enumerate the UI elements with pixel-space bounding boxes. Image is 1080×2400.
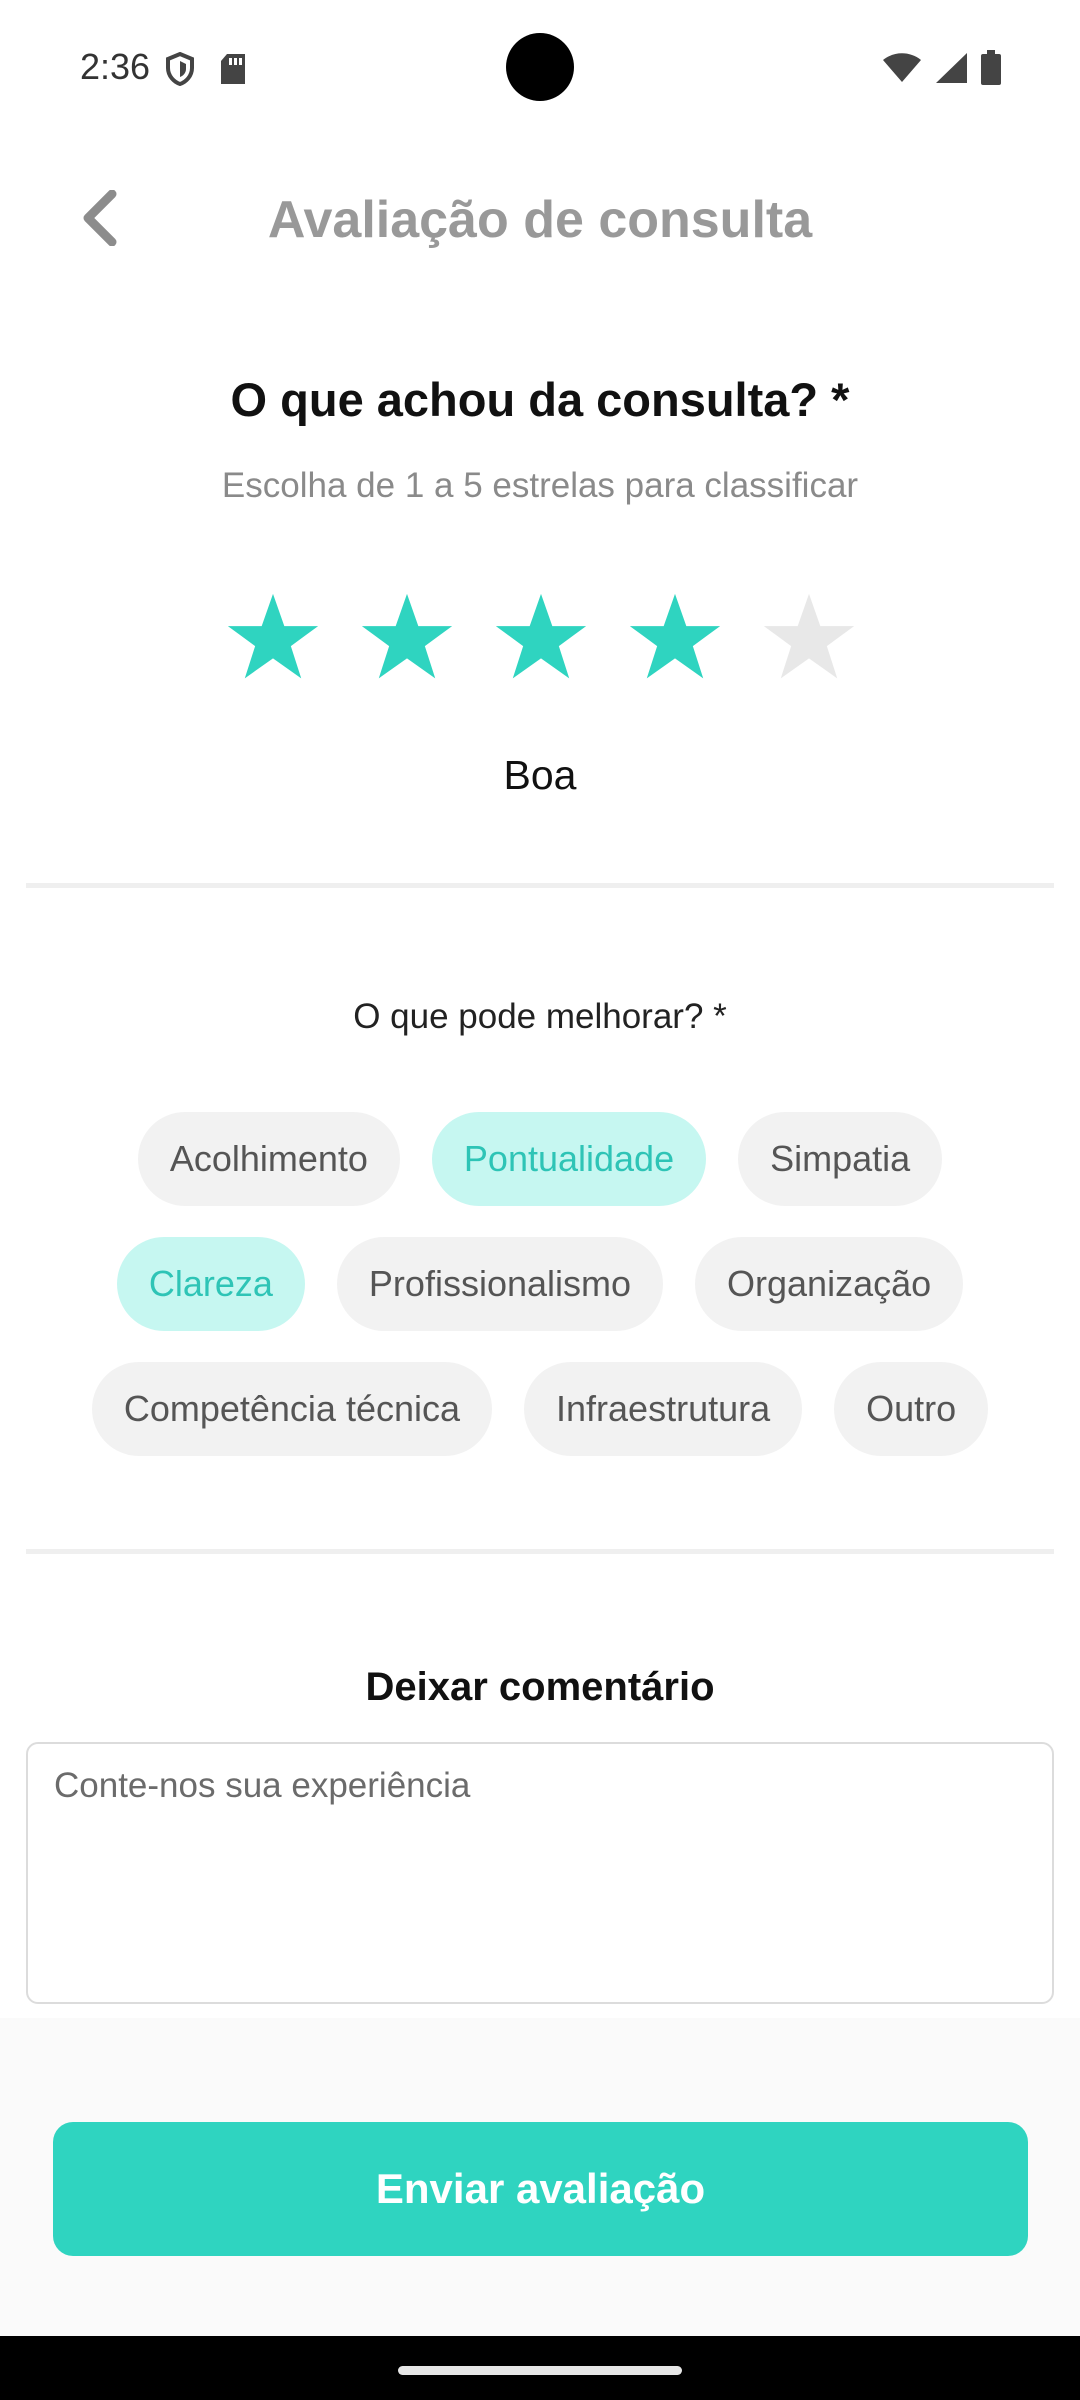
divider: [26, 1549, 1054, 1554]
rating-hint: Escolha de 1 a 5 estrelas para classific…: [221, 466, 859, 505]
submit-review-button[interactable]: Enviar avaliação: [53, 2122, 1028, 2256]
comment-input[interactable]: [26, 1742, 1054, 2004]
home-indicator[interactable]: [398, 2366, 682, 2375]
improvement-chip[interactable]: Infraestrutura: [524, 1362, 803, 1456]
improvement-chip[interactable]: Competência técnica: [91, 1362, 493, 1456]
star-1-icon[interactable]: [225, 590, 321, 690]
signal-icon: [934, 51, 968, 90]
sd-card-icon: [219, 52, 247, 91]
star-5-icon[interactable]: [761, 590, 857, 690]
header: Avaliação de consulta: [0, 165, 1080, 275]
status-bar: 2:36: [0, 0, 1080, 130]
chip-row: Clareza Profissionalismo Organização: [0, 1237, 1080, 1331]
rating-label: Boa: [503, 752, 577, 798]
star-rating: [225, 590, 855, 690]
improvement-chip[interactable]: Clareza: [116, 1237, 305, 1331]
chip-row: Competência técnica Infraestrutura Outro: [0, 1362, 1080, 1456]
improve-question: O que pode melhorar? *: [353, 997, 727, 1036]
chip-row: Acolhimento Pontualidade Simpatia: [0, 1112, 1080, 1206]
wifi-icon: [882, 52, 922, 89]
star-4-icon[interactable]: [627, 590, 723, 690]
camera-cutout: [506, 33, 574, 101]
improvement-chip[interactable]: Organização: [695, 1237, 964, 1331]
star-2-icon[interactable]: [359, 590, 455, 690]
rating-question: O que achou da consulta? *: [230, 373, 850, 426]
comment-title: Deixar comentário: [365, 1665, 715, 1709]
star-3-icon[interactable]: [493, 590, 589, 690]
status-time: 2:36: [80, 46, 151, 87]
divider: [26, 883, 1054, 888]
improvement-chip[interactable]: Acolhimento: [137, 1112, 400, 1206]
shield-icon: [165, 51, 195, 91]
navigation-bar: [0, 2336, 1080, 2400]
page-title: Avaliação de consulta: [267, 191, 813, 249]
improvement-chip[interactable]: Pontualidade: [431, 1112, 707, 1206]
improvement-chip[interactable]: Outro: [834, 1362, 989, 1456]
battery-icon: [980, 50, 1002, 91]
improvement-chip[interactable]: Simpatia: [738, 1112, 943, 1206]
improvement-chip[interactable]: Profissionalismo: [336, 1237, 664, 1331]
